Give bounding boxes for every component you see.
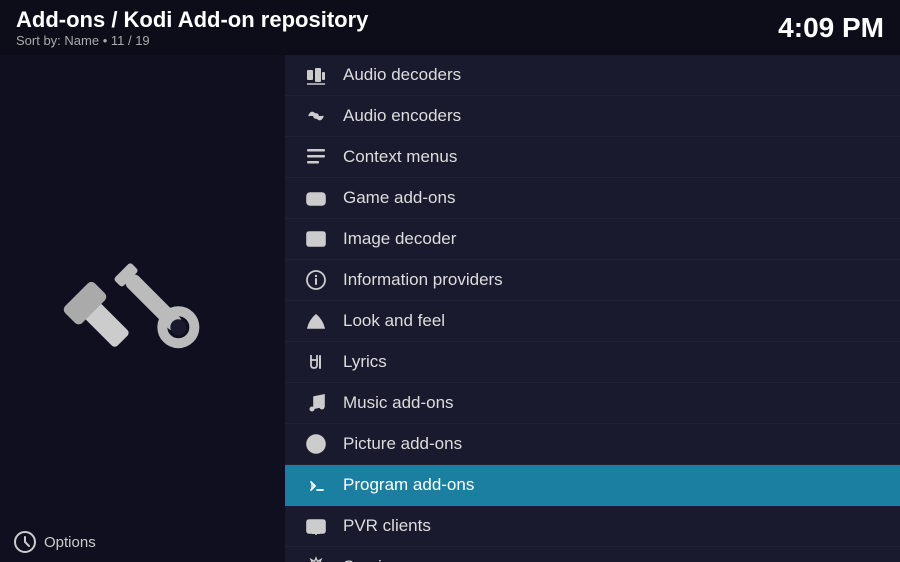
menu-label-picture-add-ons: Picture add-ons (343, 434, 462, 454)
menu-label-lyrics: Lyrics (343, 352, 387, 372)
menu-item-services[interactable]: Services (285, 547, 900, 562)
options-label: Options (44, 534, 96, 551)
program-icon (303, 472, 329, 498)
header: Add-ons / Kodi Add-on repository Sort by… (0, 0, 900, 55)
menu-item-picture-add-ons[interactable]: Picture add-ons (285, 424, 900, 465)
pvr-icon (303, 513, 329, 539)
menu-item-look-and-feel[interactable]: Look and feel (285, 301, 900, 342)
context-menus-icon (303, 144, 329, 170)
services-icon (303, 554, 329, 562)
image-decoder-icon (303, 226, 329, 252)
menu-label-audio-encoders: Audio encoders (343, 106, 461, 126)
menu-label-image-decoder: Image decoder (343, 229, 456, 249)
menu-item-music-add-ons[interactable]: Music add-ons (285, 383, 900, 424)
menu-item-game-add-ons[interactable]: Game add-ons (285, 178, 900, 219)
menu-item-image-decoder[interactable]: Image decoder (285, 219, 900, 260)
menu-item-context-menus[interactable]: Context menus (285, 137, 900, 178)
menu-label-game-add-ons: Game add-ons (343, 188, 455, 208)
lyrics-icon (303, 349, 329, 375)
menu-item-program-add-ons[interactable]: Program add-ons (285, 465, 900, 506)
footer[interactable]: Options (0, 522, 285, 562)
menu-label-information-providers: Information providers (343, 270, 503, 290)
page-title: Add-ons / Kodi Add-on repository (16, 7, 368, 33)
clock: 4:09 PM (778, 12, 884, 44)
audio-encoders-icon (303, 103, 329, 129)
menu-item-audio-encoders[interactable]: Audio encoders (285, 96, 900, 137)
menu-item-information-providers[interactable]: Information providers (285, 260, 900, 301)
menu-item-lyrics[interactable]: Lyrics (285, 342, 900, 383)
music-icon (303, 390, 329, 416)
menu-label-look-and-feel: Look and feel (343, 311, 445, 331)
look-feel-icon (303, 308, 329, 334)
menu-label-services: Services (343, 557, 408, 562)
menu-item-audio-decoders[interactable]: Audio decoders (285, 55, 900, 96)
left-panel: Options (0, 55, 285, 562)
menu-item-pvr-clients[interactable]: PVR clients (285, 506, 900, 547)
picture-icon (303, 431, 329, 457)
audio-decoders-icon (303, 62, 329, 88)
menu-label-program-add-ons: Program add-ons (343, 475, 474, 495)
header-left: Add-ons / Kodi Add-on repository Sort by… (16, 7, 368, 48)
menu-panel: Audio decoders Audio encoders Context menu… (285, 55, 900, 562)
menu-label-audio-decoders: Audio decoders (343, 65, 461, 85)
info-icon (303, 267, 329, 293)
addon-icon (63, 226, 223, 391)
menu-label-pvr-clients: PVR clients (343, 516, 431, 536)
options-icon (14, 531, 36, 553)
game-addons-icon (303, 185, 329, 211)
menu-label-music-add-ons: Music add-ons (343, 393, 454, 413)
menu-label-context-menus: Context menus (343, 147, 457, 167)
sort-info: Sort by: Name • 11 / 19 (16, 33, 368, 48)
